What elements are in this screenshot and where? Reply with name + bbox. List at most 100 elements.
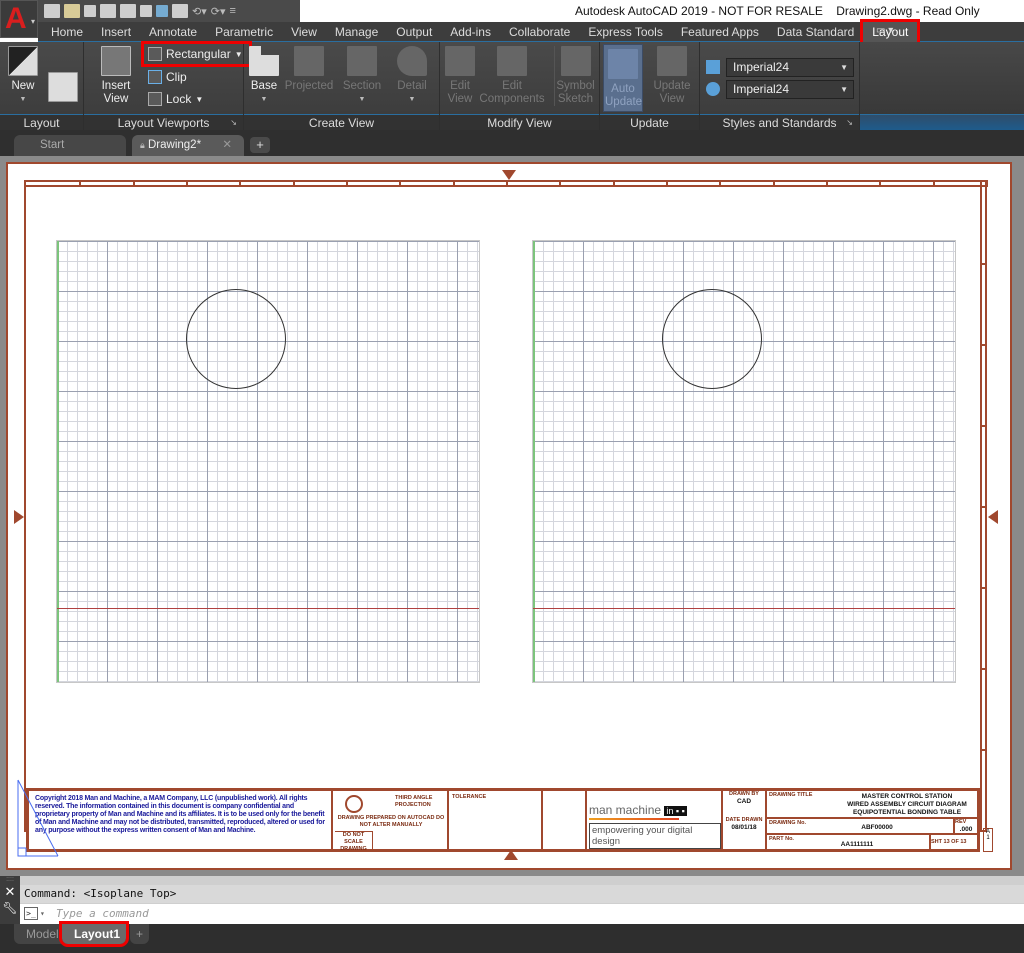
tab-drawing2[interactable]: 🔒︎ Drawing2* ✕ [132, 135, 244, 156]
update-view-button[interactable]: Update View [650, 46, 694, 106]
chevron-down-icon: ▼ [260, 96, 268, 103]
circle-shape[interactable] [186, 289, 286, 389]
detail-view-button[interactable]: Detail ▼ [392, 46, 432, 106]
ribbon-minimize-button[interactable]: ▭ ▾ [876, 25, 893, 36]
file-tabs: Start 🔒︎ Drawing2* ✕ + [0, 130, 1024, 156]
view-style-icon [706, 60, 720, 74]
new-layout-button[interactable]: New ▼ [6, 46, 40, 106]
clip-viewport-button[interactable]: Clip [148, 67, 187, 87]
rectangular-viewport-button[interactable]: Rectangular ▼ [141, 41, 252, 67]
view-style-combo[interactable]: Imperial24 ▼ [726, 58, 854, 77]
center-mark-left-icon [14, 510, 24, 524]
tab-start[interactable]: Start [14, 135, 126, 156]
projection-symbol-icon [345, 795, 363, 813]
tolerance-cell: TOLERANCE [448, 790, 542, 850]
new-tab-button[interactable]: + [250, 137, 270, 153]
chevron-down-icon[interactable]: ▾ [40, 904, 45, 924]
ruler-tick [980, 425, 987, 427]
drawing-canvas[interactable]: Copyright 2018 Man and Machine, a MAM Co… [0, 156, 1024, 876]
chevron-down-icon: ▼ [840, 63, 848, 72]
command-window-handle[interactable]: :::: ✕ 🔧︎ [0, 876, 20, 924]
update-panel: Auto Update Update View Update [600, 42, 700, 130]
chevron-down-icon: ▼ [195, 94, 204, 104]
section-view-button[interactable]: Section ▼ [340, 46, 384, 106]
layout-panel: New ▼ Page Setup Layout [0, 42, 90, 144]
ruler-tick [292, 180, 295, 187]
chevron-down-icon: ▼ [234, 49, 243, 59]
auto-update-button[interactable]: Auto Update [603, 44, 643, 112]
sheet-cell: SHT 13 OF 13 [930, 834, 978, 850]
projected-view-button[interactable]: Projected [284, 46, 334, 93]
lock-viewport-button[interactable]: Lock ▼ [148, 89, 203, 109]
styles-standards-panel: Imperial24 ▼ Imperial24 ▼ Styles and Stand… [700, 42, 860, 130]
open-icon[interactable] [64, 4, 80, 18]
part-number-cell: PART No. AA1111111 [766, 834, 930, 850]
viewport-right[interactable] [532, 240, 956, 683]
wrench-icon[interactable]: 🔧︎ [0, 900, 20, 916]
sheet-set-icon[interactable] [84, 5, 96, 17]
panel-launcher-icon[interactable]: ↘ [846, 115, 853, 131]
ruler-tick [346, 180, 348, 187]
command-input[interactable]: >_ ▾ Type a command [20, 904, 1024, 924]
base-view-button[interactable]: Base ▼ [248, 46, 280, 106]
tab-annotate[interactable]: Annotate [140, 22, 206, 42]
panel-launcher-icon[interactable]: ↘ [230, 115, 237, 131]
detail-style-combo[interactable]: Imperial24 ▼ [726, 80, 854, 99]
size-cell: A1 [983, 828, 993, 852]
tab-add-ins[interactable]: Add-ins [441, 22, 500, 42]
paper-sheet: Copyright 2018 Man and Machine, a MAM Co… [6, 162, 1012, 870]
panel-label-modify-view: Modify View [440, 114, 599, 130]
update-view-icon [657, 46, 687, 76]
symbol-sketch-button[interactable]: Symbol Sketch [554, 46, 596, 106]
plot-icon[interactable] [172, 4, 188, 18]
tab-output[interactable]: Output [387, 22, 441, 42]
tab-manage[interactable]: Manage [326, 22, 387, 42]
share-icon[interactable] [156, 5, 168, 17]
ruler-tick [980, 668, 987, 670]
command-prompt-icon[interactable]: >_ [24, 907, 38, 920]
window-title: Autodesk AutoCAD 2019 - NOT FOR RESALE D… [575, 4, 980, 18]
symbols-legend-cell [542, 790, 586, 850]
autocad-logo-icon: A [5, 2, 27, 35]
tab-view[interactable]: View [282, 22, 326, 42]
layout-tabs: Model Layout1 + [0, 921, 1024, 953]
tab-layout1[interactable]: Layout1 [59, 921, 129, 947]
ruler-tick [559, 180, 562, 187]
customize-icon[interactable]: ≡ [230, 5, 236, 17]
tab-collaborate[interactable]: Collaborate [500, 22, 579, 42]
close-icon[interactable]: ✕ [222, 135, 232, 156]
tab-featured-apps[interactable]: Featured Apps [672, 22, 768, 42]
tab-express-tools[interactable]: Express Tools [579, 22, 671, 42]
layout-viewports-panel: Insert View Rectangular ▼ Clip Lock ▼ La… [84, 41, 252, 131]
ruler-tick [79, 180, 82, 187]
symbol-sketch-icon [560, 46, 591, 76]
drawing-title-cell: DRAWING TITLE MASTER CONTROL STATION WIR… [766, 790, 978, 818]
projected-view-icon [294, 46, 324, 76]
tab-insert[interactable]: Insert [92, 22, 140, 42]
redo-icon[interactable]: ⟳▾ [211, 5, 226, 18]
ribbon-glow [860, 114, 1024, 130]
tab-parametric[interactable]: Parametric [206, 22, 282, 42]
publish-icon[interactable] [140, 5, 152, 17]
edit-components-button[interactable]: Edit Components [478, 46, 546, 106]
ruler-tick [980, 587, 987, 589]
tab-data-standard[interactable]: Data Standard [768, 22, 863, 42]
application-menu-button[interactable]: A ▾ [0, 0, 38, 38]
lock-icon [148, 92, 162, 106]
save-as-icon[interactable] [120, 4, 136, 18]
save-icon[interactable] [100, 4, 116, 18]
edit-view-button[interactable]: Edit View [444, 46, 476, 106]
panel-label-update: Update [600, 114, 699, 130]
company-logo: man machine in ▪ ▪ [589, 803, 687, 817]
undo-icon[interactable]: ⟲▾ [192, 5, 207, 18]
new-icon[interactable] [44, 4, 60, 18]
ruler-tick [452, 180, 455, 187]
ruler-tick [980, 344, 987, 346]
circle-shape[interactable] [662, 289, 762, 389]
tab-home[interactable]: Home [42, 22, 92, 42]
close-icon[interactable]: ✕ [0, 884, 20, 900]
new-layout-tab-button[interactable]: + [130, 924, 150, 944]
ruler-tick [186, 180, 188, 187]
viewport-left[interactable] [56, 240, 480, 683]
insert-view-button[interactable]: Insert View [88, 46, 144, 106]
